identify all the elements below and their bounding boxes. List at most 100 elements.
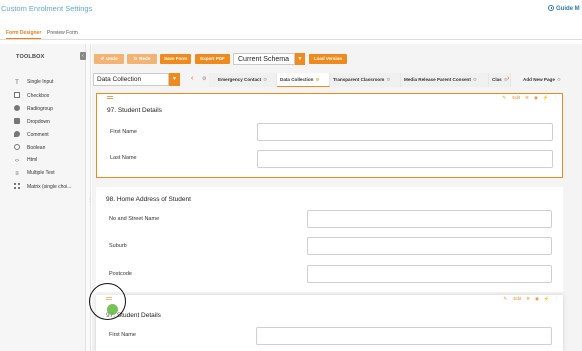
- page-select[interactable]: Data Collection: [93, 73, 169, 86]
- tab-form-designer[interactable]: Form Designer: [6, 30, 42, 39]
- edit-label: Edit: [512, 95, 521, 100]
- tab-transparent-classroom[interactable]: Transparent Classroom ⚙: [330, 73, 401, 87]
- cursor-highlight: [89, 283, 126, 320]
- toolbox-item-single-input[interactable]: T Single Input: [14, 79, 82, 88]
- add-new-page-button[interactable]: Add New Page ⚙: [520, 73, 577, 87]
- grid-icon: [14, 183, 20, 189]
- toolbox-item-html[interactable]: ‹› Html: [14, 157, 82, 166]
- first-name-input[interactable]: [256, 327, 552, 345]
- fast-edit-icon[interactable]: ⚡: [544, 296, 550, 301]
- gear-icon: ⚙: [386, 77, 391, 82]
- redo-button[interactable]: ↻ Redo: [127, 54, 157, 64]
- tab-preview-form[interactable]: Preview Form: [47, 30, 78, 36]
- app-header: Custom Enrolment Settings Guide M: [0, 0, 582, 22]
- chevron-down-icon[interactable]: ▼: [295, 53, 305, 65]
- panel-home-address[interactable]: 98. Home Address of Student No and Stree…: [96, 187, 563, 292]
- tab-media-release[interactable]: Media Release Parent Consent ⚙: [401, 73, 489, 87]
- text-icon: T: [15, 80, 19, 86]
- toolbox-item-label: Dropdown: [27, 119, 50, 125]
- street-input[interactable]: [307, 210, 552, 228]
- edit-button[interactable]: ✎ Edit: [503, 296, 521, 301]
- redo-icon: ↻: [133, 56, 138, 61]
- settings-icon[interactable]: ⚙: [202, 76, 206, 82]
- toolbox-item-label: Single Input: [27, 79, 54, 85]
- tab-data-collection[interactable]: Data Collection ⚙: [277, 73, 330, 87]
- question-label: First Name: [109, 332, 136, 338]
- toolbox-item-checkbox[interactable]: Checkbox: [14, 92, 82, 101]
- visibility-icon[interactable]: ◉: [534, 95, 538, 100]
- toolbox-item-label: Comment: [27, 132, 49, 138]
- tab-label: Clas: [492, 77, 502, 82]
- settings-icon[interactable]: ✲: [526, 296, 530, 301]
- comment-icon: [14, 131, 20, 137]
- more-icon[interactable]: ⋮: [555, 296, 560, 301]
- dropdown-icon: [14, 118, 20, 124]
- schema-select[interactable]: Current Schema: [233, 53, 295, 65]
- checkbox-icon: [14, 92, 20, 98]
- page-title: Custom Enrolment Settings: [1, 4, 93, 13]
- toolbox-item-label: Multiple Text: [27, 170, 55, 176]
- drag-grip-icon[interactable]: [107, 96, 113, 99]
- panel-student-details-drag[interactable]: ✎ Edit ✲ ◉ ⚡ ⋮ 97. Student Details First Nam…: [96, 295, 563, 351]
- toolbox-item-label: Html: [27, 157, 38, 163]
- save-form-button[interactable]: Save Form: [160, 54, 191, 64]
- question-label: No and Street Name: [109, 216, 160, 222]
- question-label: Postcode: [109, 271, 132, 277]
- tab-emergency-contact[interactable]: Emergency Contact ⚙: [215, 73, 277, 87]
- gear-icon: ⚙: [556, 77, 562, 82]
- toolbox-item-radiogroup[interactable]: Radiogroup: [14, 105, 82, 114]
- edit-label: Edit: [513, 296, 522, 301]
- last-name-input[interactable]: [257, 150, 553, 168]
- guide-label: Guide M: [556, 6, 580, 12]
- first-name-input[interactable]: [257, 123, 553, 141]
- toolbox-item-dropdown[interactable]: Dropdown: [14, 118, 82, 127]
- chevron-right-icon[interactable]: ›: [507, 75, 509, 82]
- toolbox-item-comment[interactable]: Comment: [14, 131, 82, 140]
- toolbox-item-label: Matrix (single choi...: [27, 184, 72, 190]
- question-label: Last Name: [110, 155, 137, 161]
- tab-label: Transparent Classroom: [333, 77, 385, 82]
- tab-label: Data Collection: [280, 77, 314, 82]
- toolbox-item-label: Radiogroup: [27, 106, 53, 112]
- chevron-down-icon[interactable]: ▼: [169, 73, 180, 86]
- question-label: Suburb: [109, 243, 127, 249]
- undo-icon: ↺: [100, 56, 105, 61]
- toolbox-item-label: Checkbox: [27, 93, 50, 99]
- redo-label: Redo: [139, 56, 151, 61]
- panel-title: 97. Student Details: [107, 107, 162, 114]
- radio-icon: [14, 105, 20, 111]
- panel-actions: ✎ Edit ✲ ◉ ⚡ ⋮: [498, 296, 559, 302]
- suburb-input[interactable]: [307, 237, 552, 255]
- gear-icon: ⚙: [263, 77, 268, 82]
- code-icon: ‹›: [15, 158, 19, 164]
- panel-actions: ✎ Edit ✲ ◉ ⚡ ⋮: [497, 95, 558, 101]
- toolbox-item-label: Boolean: [27, 145, 46, 151]
- postcode-input[interactable]: [307, 265, 552, 283]
- mode-tabs: Form Designer Preview Form: [0, 28, 582, 40]
- toolbox-item-matrix[interactable]: Matrix (single choi...: [14, 183, 82, 192]
- export-pdf-button[interactable]: Export PDF: [195, 54, 230, 64]
- undo-label: Undo: [106, 56, 118, 61]
- load-version-button[interactable]: Load Version: [309, 54, 347, 64]
- toolbox-item-multiple-text[interactable]: ≡ Multiple Text: [14, 170, 82, 179]
- toggle-icon: [14, 144, 20, 150]
- guide-link[interactable]: Guide M: [548, 5, 580, 12]
- question-label: First Name: [110, 129, 137, 135]
- edit-button[interactable]: ✎ Edit: [502, 95, 520, 100]
- gear-icon: ⚙: [472, 77, 478, 82]
- panel-student-details[interactable]: ✎ Edit ✲ ◉ ⚡ ⋮ 97. Student Details First Nam…: [96, 93, 563, 178]
- info-icon: [548, 5, 554, 11]
- toolbox-title: TOOLBOX: [16, 54, 45, 60]
- fast-edit-icon[interactable]: ⚡: [543, 95, 549, 100]
- cursor-icon: [107, 304, 118, 315]
- more-icon[interactable]: ⋮: [554, 95, 559, 100]
- undo-button[interactable]: ↺ Undo: [94, 54, 124, 64]
- tab-label: Emergency Contact: [218, 77, 262, 82]
- toolbox-item-boolean[interactable]: Boolean: [14, 144, 82, 153]
- chevron-left-icon[interactable]: ‹: [191, 75, 193, 82]
- designer-canvas: ↺ Undo ↻ Redo Save Form Export PDF Current…: [92, 44, 582, 351]
- visibility-icon[interactable]: ◉: [535, 296, 539, 301]
- add-new-page-label: Add New Page: [523, 77, 555, 82]
- settings-icon[interactable]: ✲: [525, 95, 529, 100]
- toolbox: TOOLBOX ‹ T Single Input Checkbox Radiogr…: [0, 44, 86, 351]
